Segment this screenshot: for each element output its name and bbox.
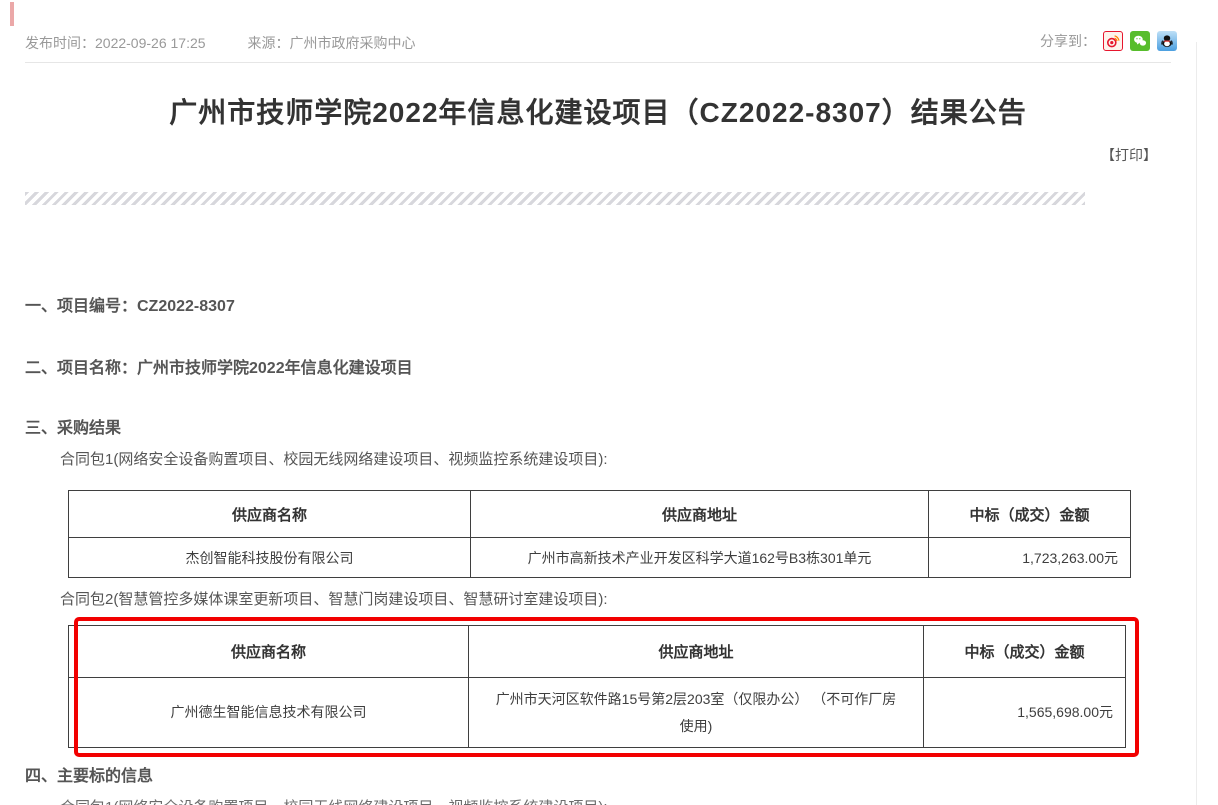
result-announcement-page: 发布时间：2022-09-26 17:25 来源：广州市政府采购中心 分享到： bbox=[0, 0, 1218, 805]
hatched-divider bbox=[25, 192, 1085, 205]
supplier-address-cell: 广州市天河区软件路15号第2层203室（仅限办公） （不可作厂房使用) bbox=[469, 678, 924, 748]
package2-table-wrapper: 供应商名称 供应商地址 中标（成交）金额 广州德生智能信息技术有限公司 广州市天… bbox=[68, 625, 1125, 748]
supplier-name-cell: 杰创智能科技股份有限公司 bbox=[69, 538, 471, 578]
header-award-amount: 中标（成交）金额 bbox=[929, 491, 1131, 538]
table-header-row: 供应商名称 供应商地址 中标（成交）金额 bbox=[69, 491, 1131, 538]
left-edge-red-mark bbox=[10, 2, 14, 26]
supplier-address-cell: 广州市高新技术产业开发区科学大道162号B3栋301单元 bbox=[471, 538, 929, 578]
package2-result-table: 供应商名称 供应商地址 中标（成交）金额 广州德生智能信息技术有限公司 广州市天… bbox=[68, 625, 1126, 748]
share-label: 分享到： bbox=[1040, 31, 1096, 51]
source-text: 来源：广州市政府采购中心 bbox=[248, 33, 416, 53]
publish-time-text: 发布时间：2022-09-26 17:25 bbox=[25, 33, 206, 53]
section-project-name: 二、项目名称：广州市技师学院2022年信息化建设项目 bbox=[25, 354, 413, 378]
weibo-share-icon[interactable] bbox=[1103, 31, 1123, 51]
wechat-share-icon[interactable] bbox=[1130, 31, 1150, 51]
award-amount-cell: 1,723,263.00元 bbox=[929, 538, 1131, 578]
meta-bar: 发布时间：2022-09-26 17:25 来源：广州市政府采购中心 bbox=[25, 33, 416, 53]
package1-intro: 合同包1(网络安全设备购置项目、校园无线网络建设项目、视频监控系统建设项目): bbox=[60, 448, 608, 469]
table-header-row: 供应商名称 供应商地址 中标（成交）金额 bbox=[69, 626, 1126, 678]
section-procurement-result: 三、采购结果 bbox=[25, 414, 121, 438]
header-supplier-name: 供应商名称 bbox=[69, 626, 469, 678]
package1-result-table: 供应商名称 供应商地址 中标（成交）金额 杰创智能科技股份有限公司 广州市高新技… bbox=[68, 490, 1131, 578]
share-bar: 分享到： bbox=[1040, 31, 1177, 51]
page-title: 广州市技师学院2022年信息化建设项目（CZ2022-8307）结果公告 bbox=[0, 91, 1196, 131]
section-main-subject-info: 四、主要标的信息 bbox=[25, 762, 153, 786]
print-button[interactable]: 【打印】 bbox=[1101, 145, 1157, 165]
header-divider bbox=[25, 62, 1171, 63]
package2-intro: 合同包2(智慧管控多媒体课室更新项目、智慧门岗建设项目、智慧研讨室建设项目): bbox=[60, 588, 608, 609]
clipped-bottom-text: 合同包1(网络安全设备购置项目、校园无线网络建设项目、视频监控系统建设项目): bbox=[60, 796, 608, 805]
table-row: 杰创智能科技股份有限公司 广州市高新技术产业开发区科学大道162号B3栋301单… bbox=[69, 538, 1131, 578]
header-supplier-address: 供应商地址 bbox=[471, 491, 929, 538]
supplier-name-cell: 广州德生智能信息技术有限公司 bbox=[69, 678, 469, 748]
table-row: 广州德生智能信息技术有限公司 广州市天河区软件路15号第2层203室（仅限办公）… bbox=[69, 678, 1126, 748]
qq-share-icon[interactable] bbox=[1157, 31, 1177, 51]
header-award-amount: 中标（成交）金额 bbox=[924, 626, 1126, 678]
content-right-border bbox=[1196, 42, 1197, 805]
header-supplier-address: 供应商地址 bbox=[469, 626, 924, 678]
section-project-number: 一、项目编号：CZ2022-8307 bbox=[25, 292, 235, 316]
award-amount-cell: 1,565,698.00元 bbox=[924, 678, 1126, 748]
header-supplier-name: 供应商名称 bbox=[69, 491, 471, 538]
